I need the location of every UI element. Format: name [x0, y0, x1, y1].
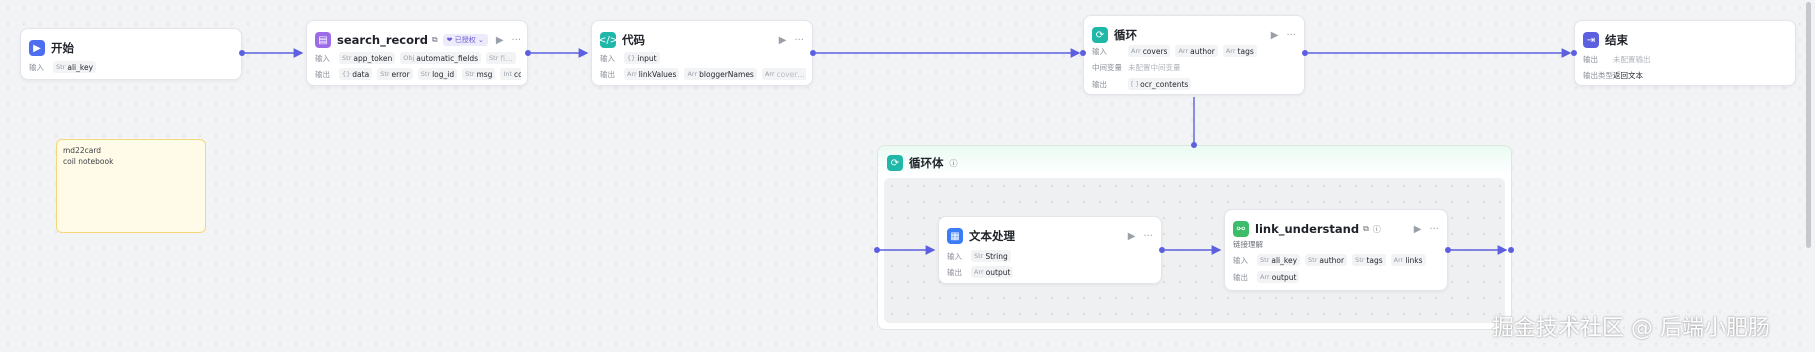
loop-icon: ⟳ — [887, 155, 903, 171]
auth-badge[interactable]: ❤ 已授权 ⌄ — [442, 34, 488, 46]
loop-node-header: ⟳ 循环 ▶ ··· — [1092, 25, 1296, 45]
search-record-node[interactable]: ▤ search_record ⧉ ❤ 已授权 ⌄ ▶ ··· 输入 Str ap… — [306, 20, 528, 86]
link-node-header: ⚯ link_understand ⧉ ⓘ ▶ ··· — [1233, 219, 1439, 239]
body-input-port[interactable] — [874, 247, 880, 253]
text-icon: ▦ — [947, 228, 963, 244]
body-port[interactable] — [1191, 142, 1197, 148]
workflow-canvas[interactable]: md22card coil notebook ⟳ 循环体 ⓘ ▶ 开始 输入 S… — [0, 0, 1815, 352]
text-node-title: 文本处理 — [969, 229, 1015, 243]
loop-node-title: 循环 — [1114, 28, 1137, 42]
var-tag: Str ali_key — [53, 61, 97, 73]
code-output-row: 输出 Arr linkValues Arr bloggerNames Arr cove… — [600, 67, 806, 81]
code-icon: </> — [598, 32, 618, 48]
loop-body-header: ⟳ 循环体 ⓘ — [887, 155, 958, 171]
more-icon[interactable]: ··· — [1143, 231, 1153, 242]
code-input-row: 输入 {} input — [600, 51, 806, 65]
body-output-port[interactable] — [1508, 247, 1514, 253]
run-icon[interactable]: ▶ — [779, 35, 787, 46]
info-icon[interactable]: ⓘ — [1373, 224, 1381, 235]
play-icon: ▶ — [29, 40, 45, 56]
input-port[interactable] — [1080, 50, 1086, 56]
sticky-note[interactable]: md22card coil notebook — [56, 139, 206, 233]
info-icon[interactable]: ⓘ — [950, 158, 958, 169]
run-icon[interactable]: ▶ — [1414, 224, 1422, 235]
start-node-header: ▶ 开始 — [29, 38, 233, 58]
run-icon[interactable]: ▶ — [1128, 231, 1136, 242]
search-output-row: 输出 {} data Str error Str log_id Str msg Int c… — [315, 67, 521, 81]
copy-icon: ⧉ — [431, 35, 438, 44]
code-node[interactable]: </> 代码 ▶ ··· 输入 {} input 输出 Arr linkValues… — [591, 20, 813, 86]
loop-input-row: 输入 Arr covers Arr author Arr tags — [1092, 44, 1298, 58]
link-icon: ⚯ — [1233, 221, 1249, 237]
loop-node[interactable]: ⟳ 循环 ▶ ··· 输入 Arr covers Arr author Arr tag… — [1083, 15, 1305, 95]
text-input-row: 输入 Str String — [947, 249, 1155, 263]
input-port[interactable] — [1571, 50, 1577, 56]
link-output-row: 输出 Arr output — [1233, 270, 1441, 284]
more-icon[interactable]: ··· — [512, 35, 522, 46]
more-icon[interactable]: ··· — [1429, 224, 1439, 235]
note-line-1: md22card — [63, 146, 102, 155]
search-node-title: search_record — [337, 33, 428, 47]
text-process-node[interactable]: ▦ 文本处理 ▶ ··· 输入 Str String 输出 Arr output — [938, 216, 1162, 284]
output-port[interactable] — [810, 50, 816, 56]
output-port[interactable] — [1159, 247, 1165, 253]
run-icon[interactable]: ▶ — [496, 35, 504, 46]
loop-body-title: 循环体 — [909, 156, 944, 170]
end-output-row: 输出 未配置输出 — [1583, 54, 1651, 64]
output-port[interactable] — [525, 50, 531, 56]
text-output-row: 输出 Arr output — [947, 265, 1155, 279]
stop-icon: ⇥ — [1583, 32, 1599, 48]
link-input-row: 输入 Str ali_key Str author Str tags Arr links — [1233, 253, 1441, 267]
copy-icon: ⧉ — [1363, 224, 1369, 233]
run-icon[interactable]: ▶ — [1271, 30, 1279, 41]
end-node-header: ⇥ 结束 — [1583, 30, 1787, 50]
link-understand-node[interactable]: ⚯ link_understand ⧉ ⓘ ▶ ··· 链接理解 输入 Str a… — [1224, 209, 1448, 291]
code-node-title: 代码 — [622, 33, 645, 47]
start-input-row: 输入 Str ali_key — [29, 60, 235, 74]
link-desc-row: 链接理解 — [1233, 239, 1263, 249]
start-node[interactable]: ▶ 开始 输入 Str ali_key — [20, 28, 242, 80]
end-node[interactable]: ⇥ 结束 输出 未配置输出 输出类型 返回文本 — [1574, 20, 1796, 86]
end-mode-row: 输出类型 返回文本 — [1583, 70, 1643, 80]
loop-output-row: 输出 [ ] ocr_contents — [1092, 77, 1298, 91]
output-port[interactable] — [239, 50, 245, 56]
more-icon[interactable]: ··· — [794, 35, 804, 46]
loop-middle-row: 中间变量 未配置中间变量 — [1092, 62, 1181, 72]
loop-icon: ⟳ — [1092, 27, 1108, 43]
output-port[interactable] — [1445, 247, 1451, 253]
text-node-header: ▦ 文本处理 ▶ ··· — [947, 226, 1153, 246]
code-node-header: </> 代码 ▶ ··· — [598, 30, 804, 50]
start-node-title: 开始 — [51, 41, 74, 55]
watermark: 掘金技术社区 @ 后端小肥肠 — [1492, 316, 1770, 341]
search-input-row: 输入 Str app_token Obj automatic_fields Str f… — [315, 51, 521, 65]
more-icon[interactable]: ··· — [1286, 30, 1296, 41]
output-port[interactable] — [1302, 50, 1308, 56]
link-node-title: link_understand — [1255, 222, 1360, 236]
plugin-icon: ▤ — [315, 32, 331, 48]
end-node-title: 结束 — [1605, 33, 1628, 47]
search-node-header: ▤ search_record ⧉ ❤ 已授权 ⌄ ▶ ··· — [315, 30, 522, 50]
vertical-scrollbar[interactable] — [1806, 2, 1811, 248]
note-line-2: coil notebook — [63, 157, 114, 166]
